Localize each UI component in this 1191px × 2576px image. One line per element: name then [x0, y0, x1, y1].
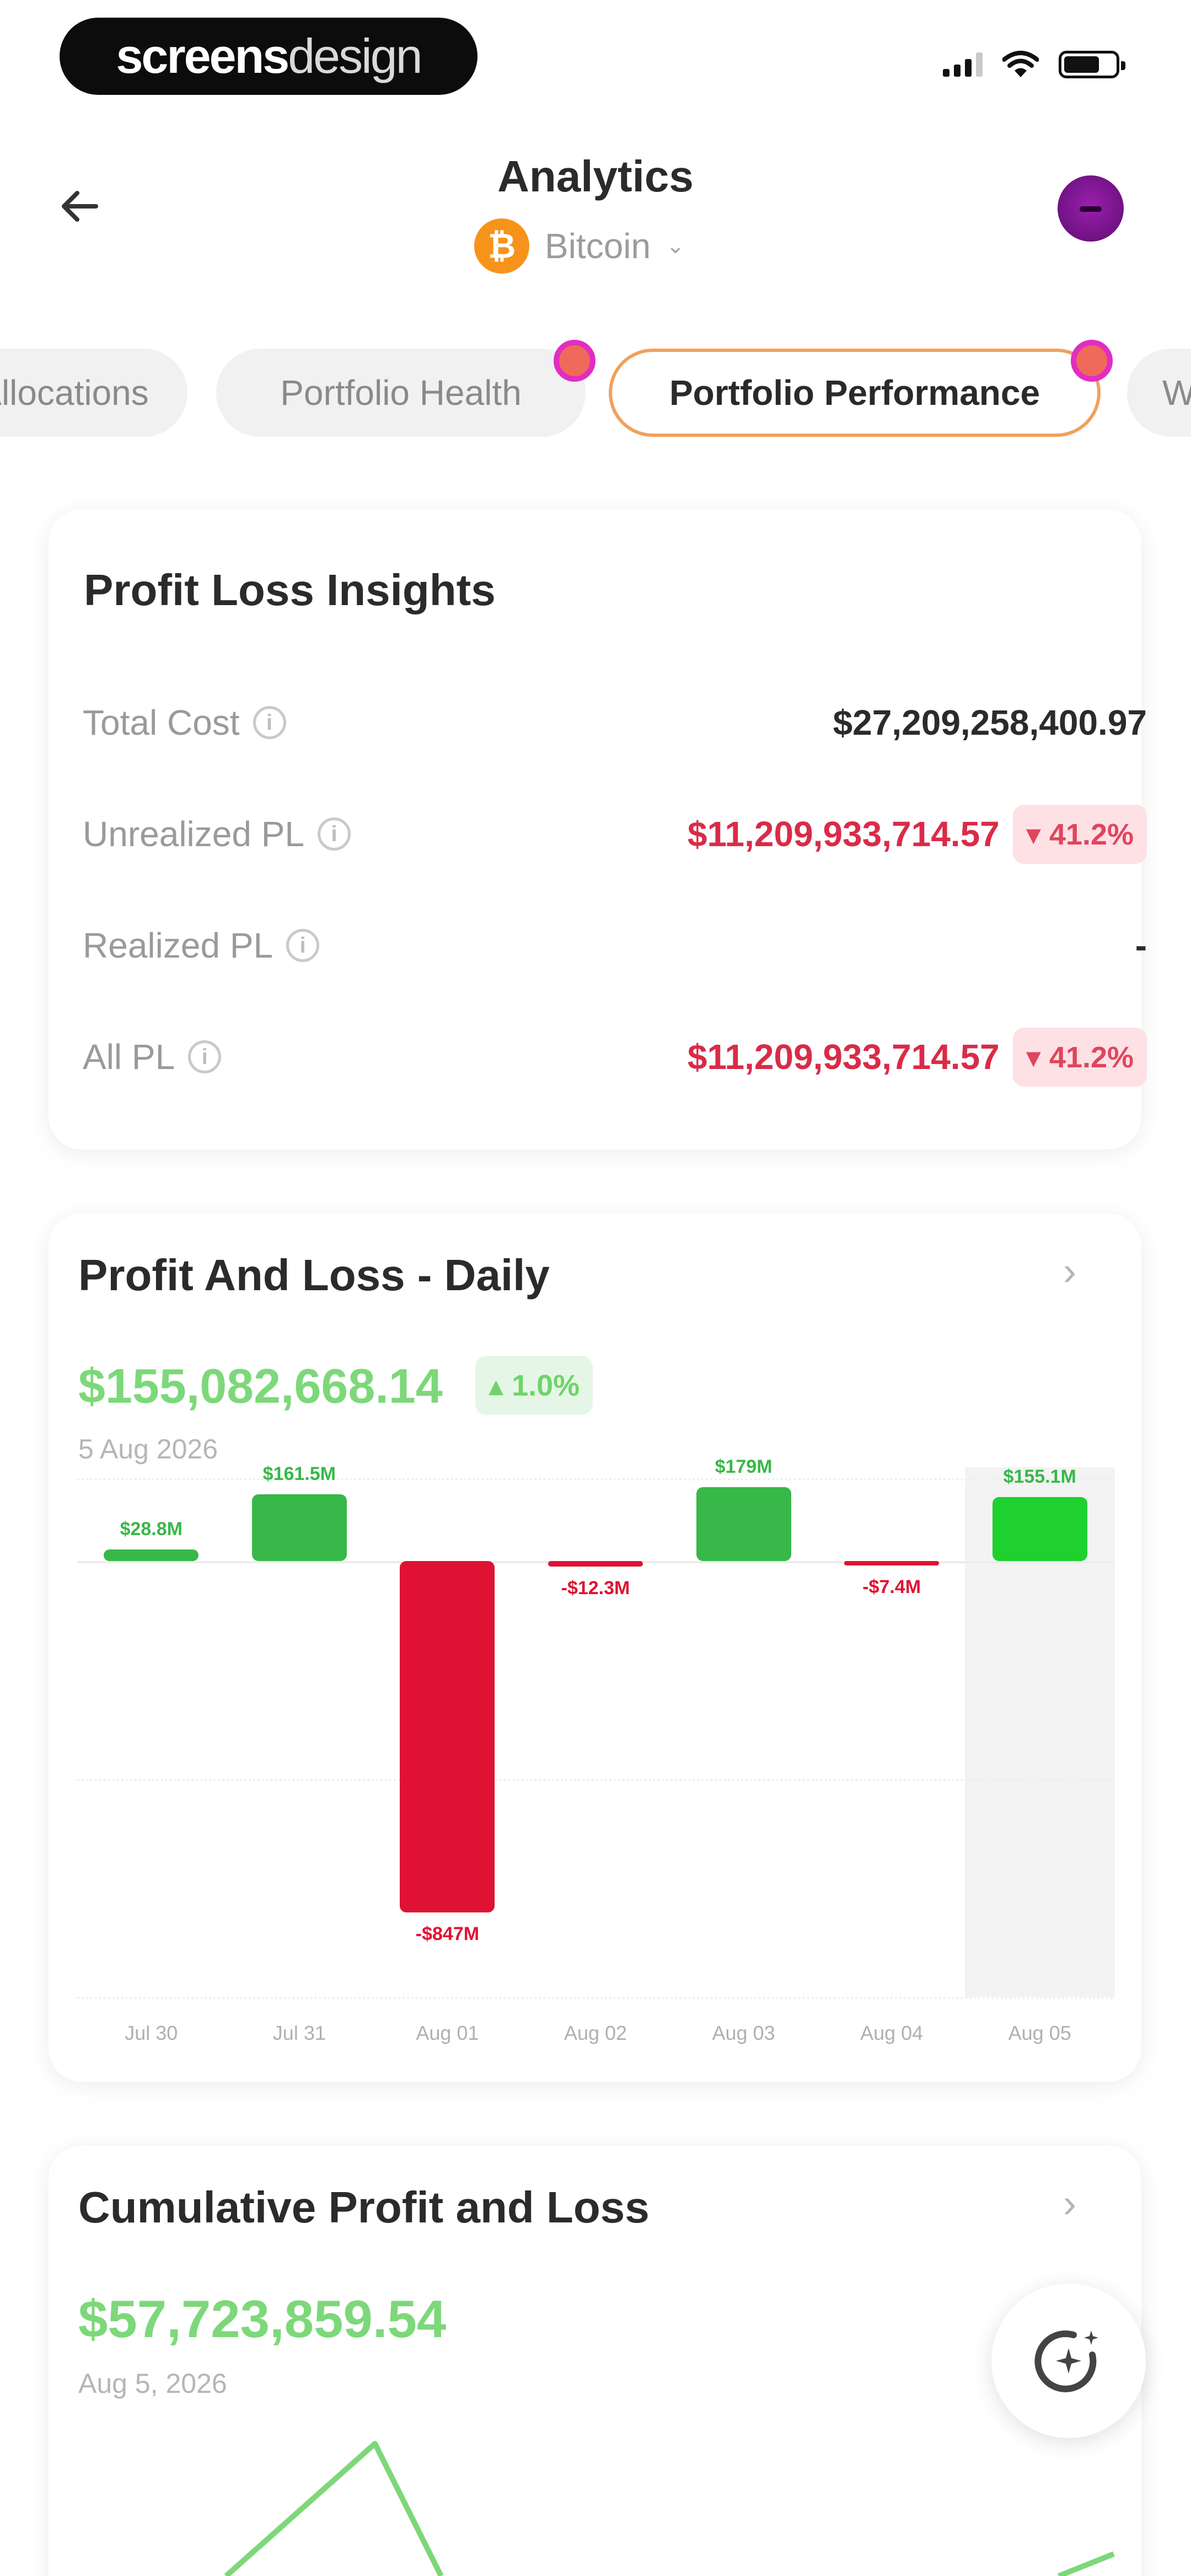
- change-badge: ▾ 41.2%: [1012, 1027, 1147, 1087]
- sparkle-icon: [1034, 2330, 1098, 2392]
- card-title: Cumulative Profit and Loss: [78, 2183, 650, 2232]
- info-icon[interactable]: i: [318, 817, 351, 851]
- bar-value-label: $28.8M: [120, 1518, 183, 1540]
- status-bar: screens design: [0, 0, 1191, 110]
- bar-aug-01[interactable]: [400, 1561, 495, 1913]
- pl-label: Realized PL: [83, 926, 273, 965]
- pl-value: -: [1135, 926, 1147, 965]
- grid-line: [77, 1478, 1114, 1481]
- notification-dot: [1071, 340, 1113, 382]
- brand-logo-bold: screens: [116, 29, 289, 83]
- x-tick-label: Aug 03: [712, 2022, 775, 2044]
- tab-portfolio-performance[interactable]: Portfolio Performance: [609, 349, 1101, 437]
- info-icon[interactable]: i: [188, 1040, 222, 1073]
- pl-label: Unrealized PL: [83, 814, 304, 854]
- avatar[interactable]: [1058, 175, 1124, 242]
- pl-row-unrealized: Unrealized PL i $11,209,933,714.57 ▾ 41.2%: [83, 801, 1147, 867]
- x-tick-label: Aug 01: [416, 2022, 479, 2044]
- coin-selector[interactable]: ₿ Bitcoin ⌄: [474, 218, 685, 274]
- notification-dot: [554, 340, 596, 382]
- card-title: Profit Loss Insights: [84, 565, 496, 614]
- bar-value-label: -$7.4M: [862, 1576, 921, 1598]
- cumulative-line-chart: [224, 2441, 1115, 2576]
- info-icon[interactable]: i: [253, 706, 286, 739]
- bar-aug-05[interactable]: [992, 1497, 1087, 1562]
- tab-portfolio-health[interactable]: Portfolio Health: [216, 349, 586, 437]
- grid-line: [77, 1997, 1114, 1999]
- brand-logo-light: design: [288, 29, 422, 83]
- x-tick-label: Jul 30: [125, 2022, 178, 2044]
- bar-jul-30[interactable]: [104, 1549, 199, 1562]
- info-icon[interactable]: i: [286, 929, 320, 962]
- change-badge: ▴ 1.0%: [475, 1356, 593, 1415]
- card-title: Profit And Loss - Daily: [78, 1250, 550, 1300]
- bar-aug-04[interactable]: [844, 1561, 940, 1566]
- tab-bar: Allocations Portfolio Health Portfolio P…: [0, 349, 1191, 442]
- chevron-right-icon[interactable]: ›: [1063, 1249, 1076, 1294]
- brand-logo: screens design: [60, 18, 478, 95]
- pl-value: $27,209,258,400.97: [833, 703, 1147, 742]
- status-icons: [943, 51, 1125, 78]
- battery-icon: [1059, 51, 1125, 78]
- bar-value-label: -$12.3M: [561, 1577, 630, 1599]
- daily-pl-value: $155,082,668.14: [78, 1359, 443, 1413]
- pl-row-realized: Realized PL i -: [83, 912, 1147, 979]
- chevron-right-icon[interactable]: ›: [1063, 2181, 1076, 2226]
- chevron-down-icon: ⌄: [666, 234, 685, 258]
- cumulative-pl-value: $57,723,859.54: [78, 2290, 447, 2349]
- grid-line: [77, 1779, 1114, 1782]
- pl-value: $11,209,933,714.57: [687, 1037, 1000, 1077]
- bar-value-label: $161.5M: [262, 1463, 336, 1484]
- x-tick-label: Aug 02: [564, 2022, 627, 2044]
- change-badge: ▾ 41.2%: [1012, 804, 1147, 864]
- wifi-icon: [1002, 51, 1039, 77]
- bar-value-label: $155.1M: [1003, 1466, 1076, 1487]
- bar-aug-02[interactable]: [548, 1561, 643, 1567]
- daily-bar-chart: $28.8M Jul 30 $161.5M Jul 31 -$847M Aug 01 -$1…: [77, 1456, 1115, 2044]
- bar-jul-31[interactable]: [251, 1494, 347, 1562]
- pl-row-total-cost: Total Cost i $27,209,258,400.97: [83, 690, 1147, 756]
- x-tick-label: Jul 31: [272, 2022, 326, 2044]
- pl-label: All PL: [83, 1037, 175, 1077]
- x-tick-label: Aug 04: [860, 2022, 924, 2044]
- ai-assistant-button[interactable]: [991, 2284, 1146, 2438]
- coin-name: Bitcoin: [545, 226, 651, 266]
- pl-value: $11,209,933,714.57: [687, 814, 1000, 854]
- tab-allocations[interactable]: Allocations: [0, 349, 187, 437]
- daily-date: 5 Aug 2026: [78, 1434, 218, 1465]
- page-title: Analytics: [497, 152, 694, 201]
- signal-icon: [943, 52, 983, 77]
- pl-row-all: All PL i $11,209,933,714.57 ▾ 41.2%: [83, 1024, 1147, 1090]
- pl-label: Total Cost: [83, 703, 240, 742]
- bitcoin-icon: ₿: [474, 218, 529, 274]
- cumulative-date: Aug 5, 2026: [78, 2368, 227, 2399]
- bar-aug-03[interactable]: [696, 1487, 791, 1562]
- bar-value-label: -$847M: [415, 1923, 480, 1945]
- x-tick-label: Aug 05: [1008, 2022, 1071, 2044]
- bar-value-label: $179M: [715, 1456, 772, 1477]
- tab-more[interactable]: W: [1127, 349, 1191, 437]
